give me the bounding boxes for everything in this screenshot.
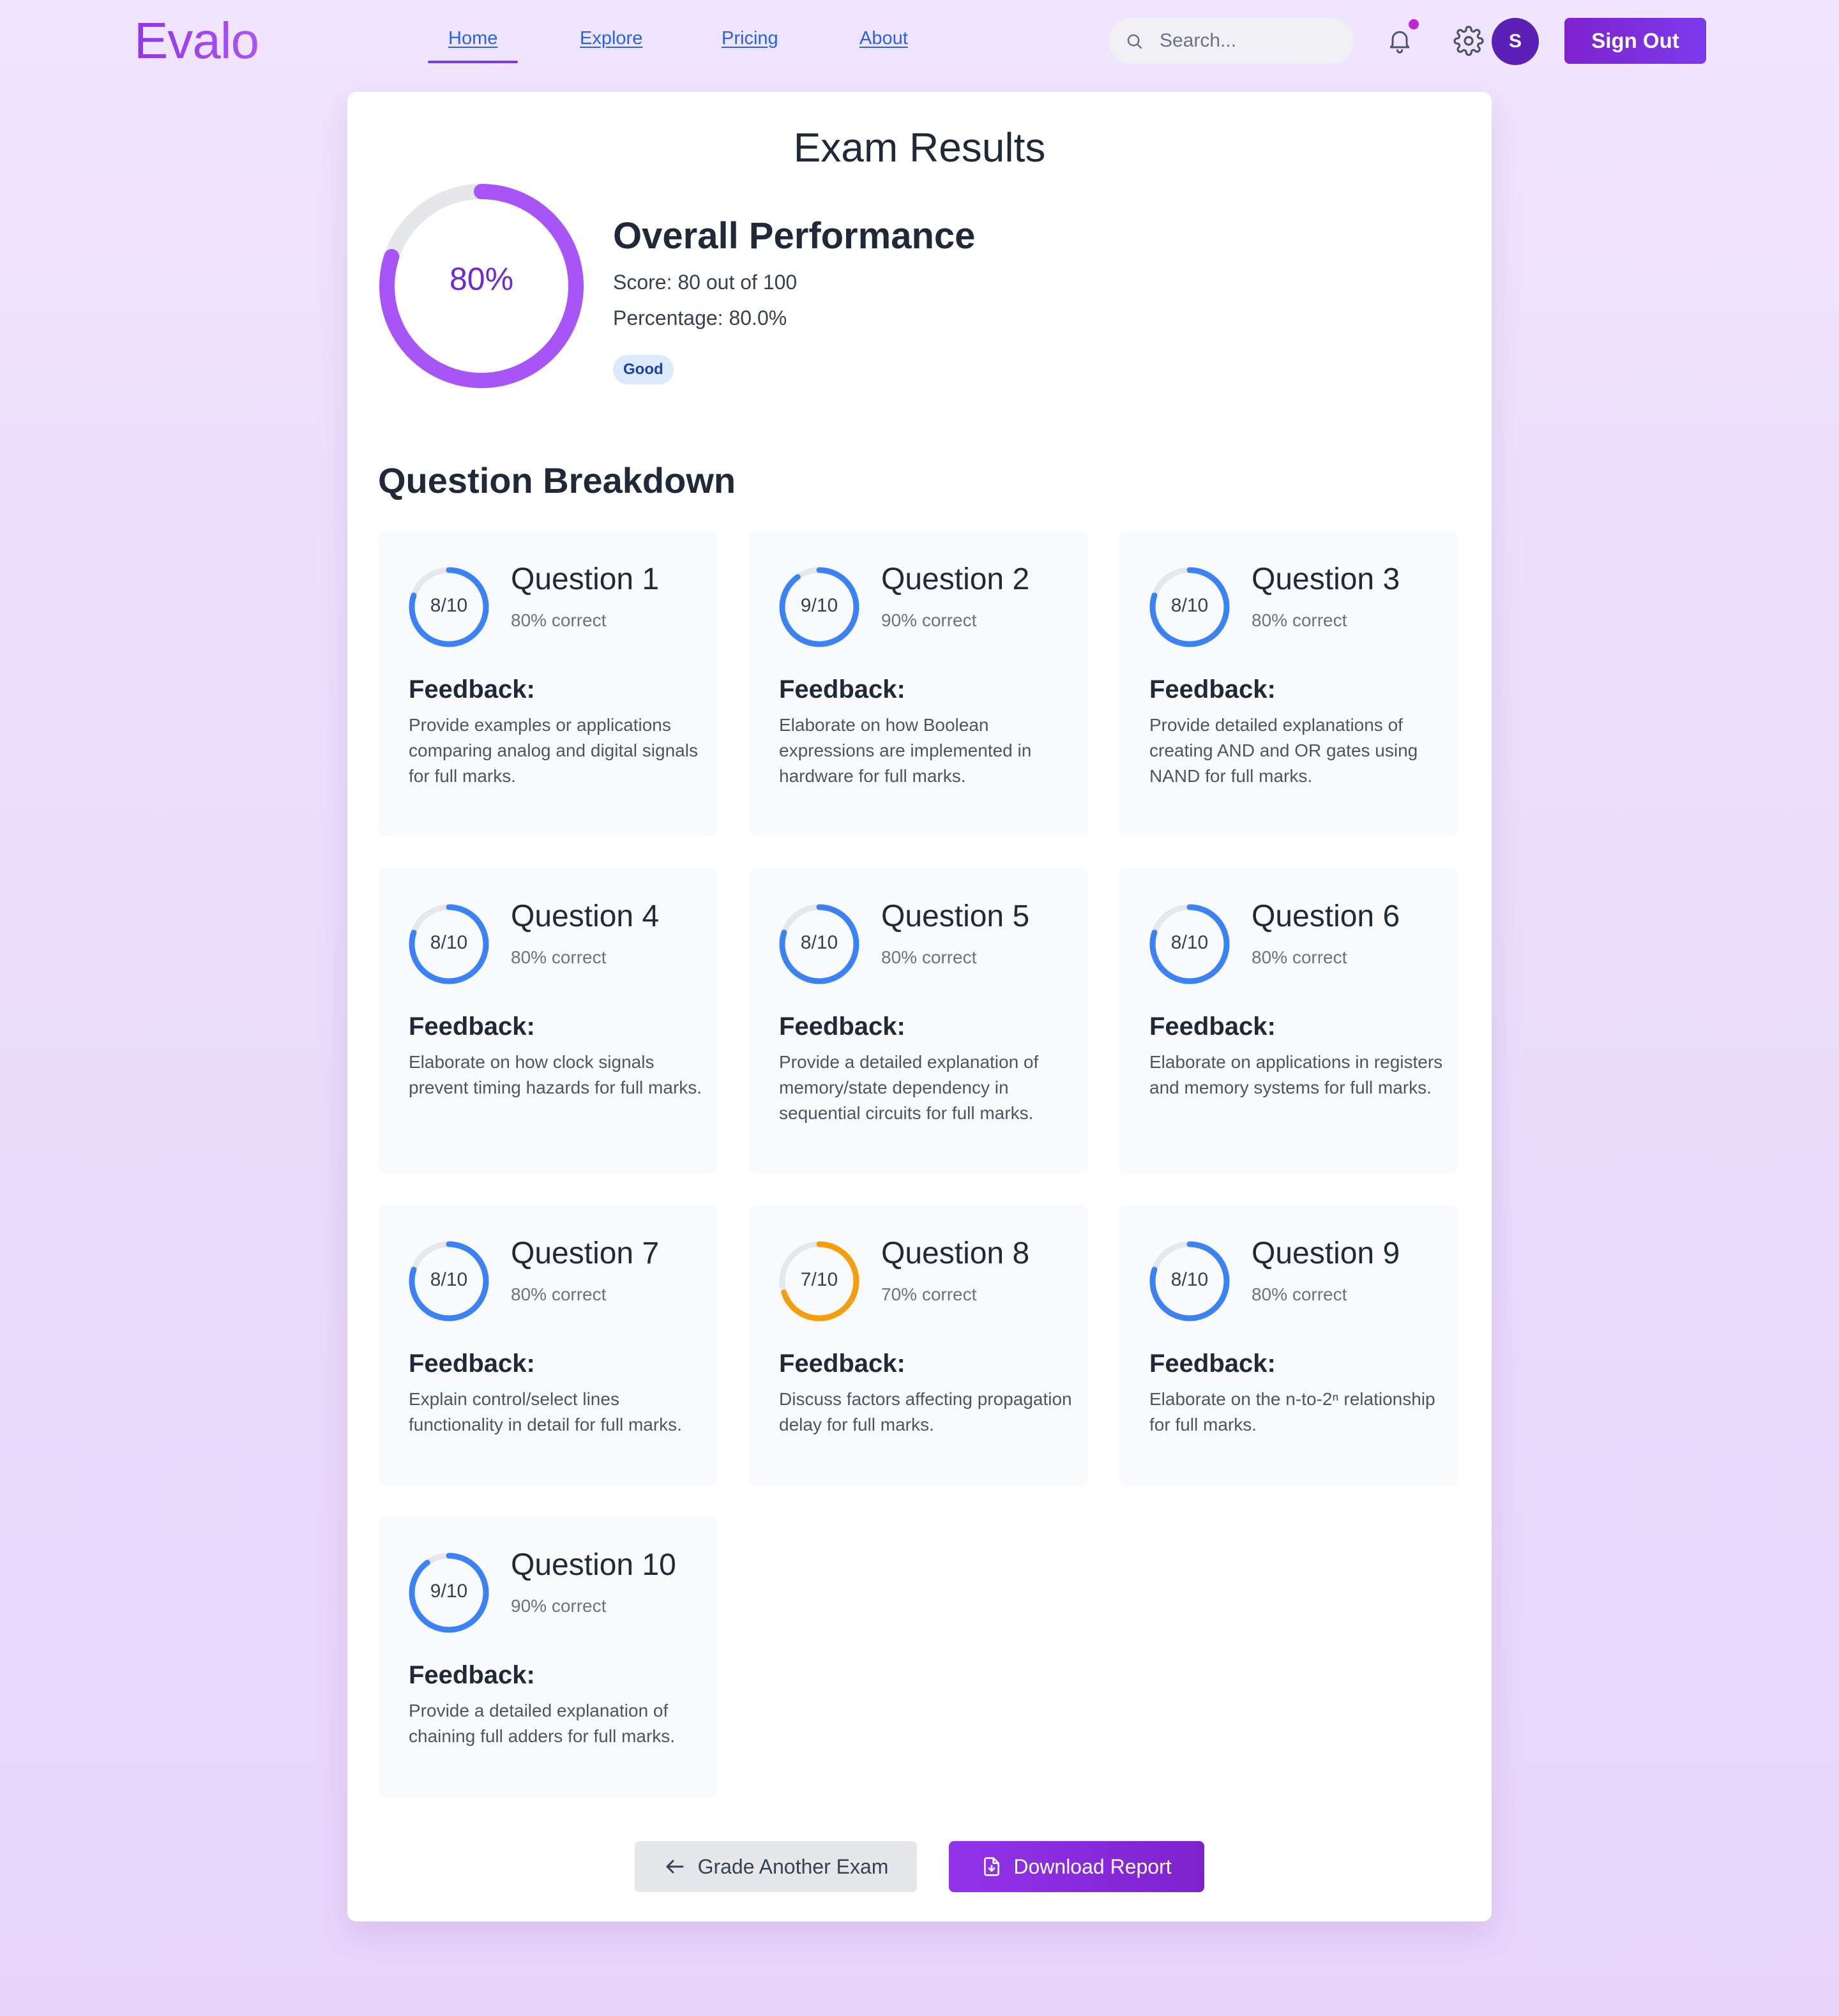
overall-score: Score: 80 out of 100 (613, 271, 798, 294)
question-title: Question 7 (511, 1237, 660, 1270)
question-title: Question 4 (511, 899, 660, 933)
question-correct: 80% correct (511, 1284, 607, 1304)
question-score: 9/10 (800, 595, 838, 616)
overall-percentage: Percentage: 80.0% (613, 306, 787, 329)
download-report-button[interactable]: Download Report (949, 1841, 1204, 1892)
logo[interactable]: Evalo (134, 11, 259, 70)
feedback-label: Feedback: (1149, 1012, 1276, 1041)
feedback-text: Elaborate on the n-to-2ⁿ relationship fo… (1149, 1389, 1435, 1434)
grade-another-exam-label: Grade Another Exam (697, 1854, 889, 1878)
gear-icon[interactable] (1453, 26, 1484, 56)
feedback-label: Feedback: (409, 675, 535, 703)
feedback-text: Provide a detailed explanation of memory… (779, 1052, 1039, 1123)
feedback-label: Feedback: (409, 1661, 535, 1689)
status-badge: Good (613, 355, 674, 384)
feedback-text: Explain control/select lines functionali… (409, 1389, 682, 1434)
question-score: 8/10 (1170, 1269, 1209, 1290)
question-correct: 80% correct (1252, 610, 1347, 630)
question-title: Question 10 (511, 1548, 676, 1582)
feedback-label: Feedback: (409, 1012, 535, 1041)
avatar[interactable]: S (1492, 18, 1539, 65)
question-correct: 90% correct (881, 610, 977, 630)
question-correct: 80% correct (1252, 947, 1347, 967)
feedback-label: Feedback: (779, 1350, 905, 1378)
overall-percent: 80% (449, 261, 514, 297)
question-correct: 90% correct (511, 1596, 607, 1616)
nav-link-about[interactable]: About (859, 28, 908, 49)
question-card: 8/10 Question 3 80% correct Feedback: Provid… (1119, 531, 1458, 836)
feedback-label: Feedback: (779, 675, 905, 703)
question-correct: 80% correct (511, 610, 607, 630)
question-score: 7/10 (800, 1269, 838, 1290)
question-score: 9/10 (430, 1581, 468, 1602)
question-title: Question 9 (1252, 1237, 1400, 1270)
sign-out-button[interactable]: Sign Out (1564, 18, 1706, 64)
question-card: 8/10 Question 7 80% correct Feedback: Explai… (378, 1205, 718, 1486)
question-card: 8/10 Question 1 80% correct Feedback: Provid… (378, 531, 718, 836)
question-card: 8/10 Question 5 80% correct Feedback: Provid… (748, 868, 1088, 1173)
question-title: Question 6 (1252, 899, 1400, 933)
page-title: Exam Results (793, 124, 1046, 170)
search-input[interactable] (1160, 27, 1338, 55)
nav-link-home[interactable]: Home (427, 28, 518, 63)
feedback-text: Provide detailed explanations of creatin… (1149, 715, 1418, 786)
question-card: 9/10 Question 2 90% correct Feedback: Elabor… (748, 531, 1088, 836)
top-navbar: Evalo Home Explore Pricing About S Sign … (0, 0, 1839, 83)
question-score: 8/10 (1170, 595, 1209, 616)
question-correct: 80% correct (1252, 1284, 1347, 1304)
question-card: 7/10 Question 8 70% correct Feedback: Discus… (748, 1205, 1088, 1486)
feedback-text: Provide a detailed explanation of chaini… (409, 1701, 676, 1746)
search-icon (1127, 34, 1142, 49)
feedback-label: Feedback: (779, 1012, 905, 1041)
nav-link-pricing[interactable]: Pricing (722, 28, 778, 49)
question-score: 8/10 (430, 595, 468, 616)
feedback-label: Feedback: (1149, 675, 1276, 703)
search-box (1109, 18, 1354, 64)
question-title: Question 3 (1252, 562, 1400, 596)
feedback-label: Feedback: (409, 1350, 535, 1378)
question-card: 9/10 Question 10 90% correct Feedback: Provi… (378, 1517, 718, 1798)
overall-title: Overall Performance (613, 215, 976, 257)
question-correct: 80% correct (511, 947, 607, 967)
question-title: Question 2 (881, 562, 1030, 596)
feedback-text: Elaborate on how clock signals prevent t… (409, 1052, 702, 1097)
question-card: 8/10 Question 9 80% correct Feedback: Elabor… (1119, 1205, 1458, 1486)
breakdown-title: Question Breakdown (378, 460, 736, 500)
question-title: Question 1 (511, 562, 660, 596)
question-correct: 70% correct (881, 1284, 977, 1304)
question-title: Question 8 (881, 1237, 1030, 1270)
results-card: Exam Results 80% Overall Performance Sco… (347, 92, 1492, 1922)
question-correct: 80% correct (881, 947, 977, 967)
question-card: 8/10 Question 4 80% correct Feedback: Elabor… (378, 868, 718, 1173)
grade-another-exam-button[interactable]: Grade Another Exam (635, 1841, 917, 1892)
question-score: 8/10 (1170, 932, 1209, 953)
feedback-text: Elaborate on how Boolean expressions are… (779, 715, 1032, 786)
download-report-label: Download Report (1013, 1854, 1172, 1878)
question-score: 8/10 (430, 932, 468, 953)
nav-link-explore[interactable]: Explore (580, 28, 642, 49)
question-score: 8/10 (430, 1269, 468, 1290)
arrow-left-icon (666, 1860, 684, 1874)
notification-dot (1409, 19, 1419, 29)
question-card: 8/10 Question 6 80% correct Feedback: Elabor… (1119, 868, 1458, 1173)
bell-icon[interactable] (1386, 26, 1414, 55)
question-title: Question 5 (881, 899, 1030, 933)
feedback-text: Elaborate on applications in registers a… (1149, 1052, 1443, 1097)
feedback-text: Provide examples or applications compari… (409, 715, 698, 786)
feedback-label: Feedback: (1149, 1350, 1276, 1378)
question-score: 8/10 (800, 932, 838, 953)
feedback-text: Discuss factors affecting propagation de… (779, 1389, 1072, 1434)
download-file-icon (984, 1857, 1000, 1876)
